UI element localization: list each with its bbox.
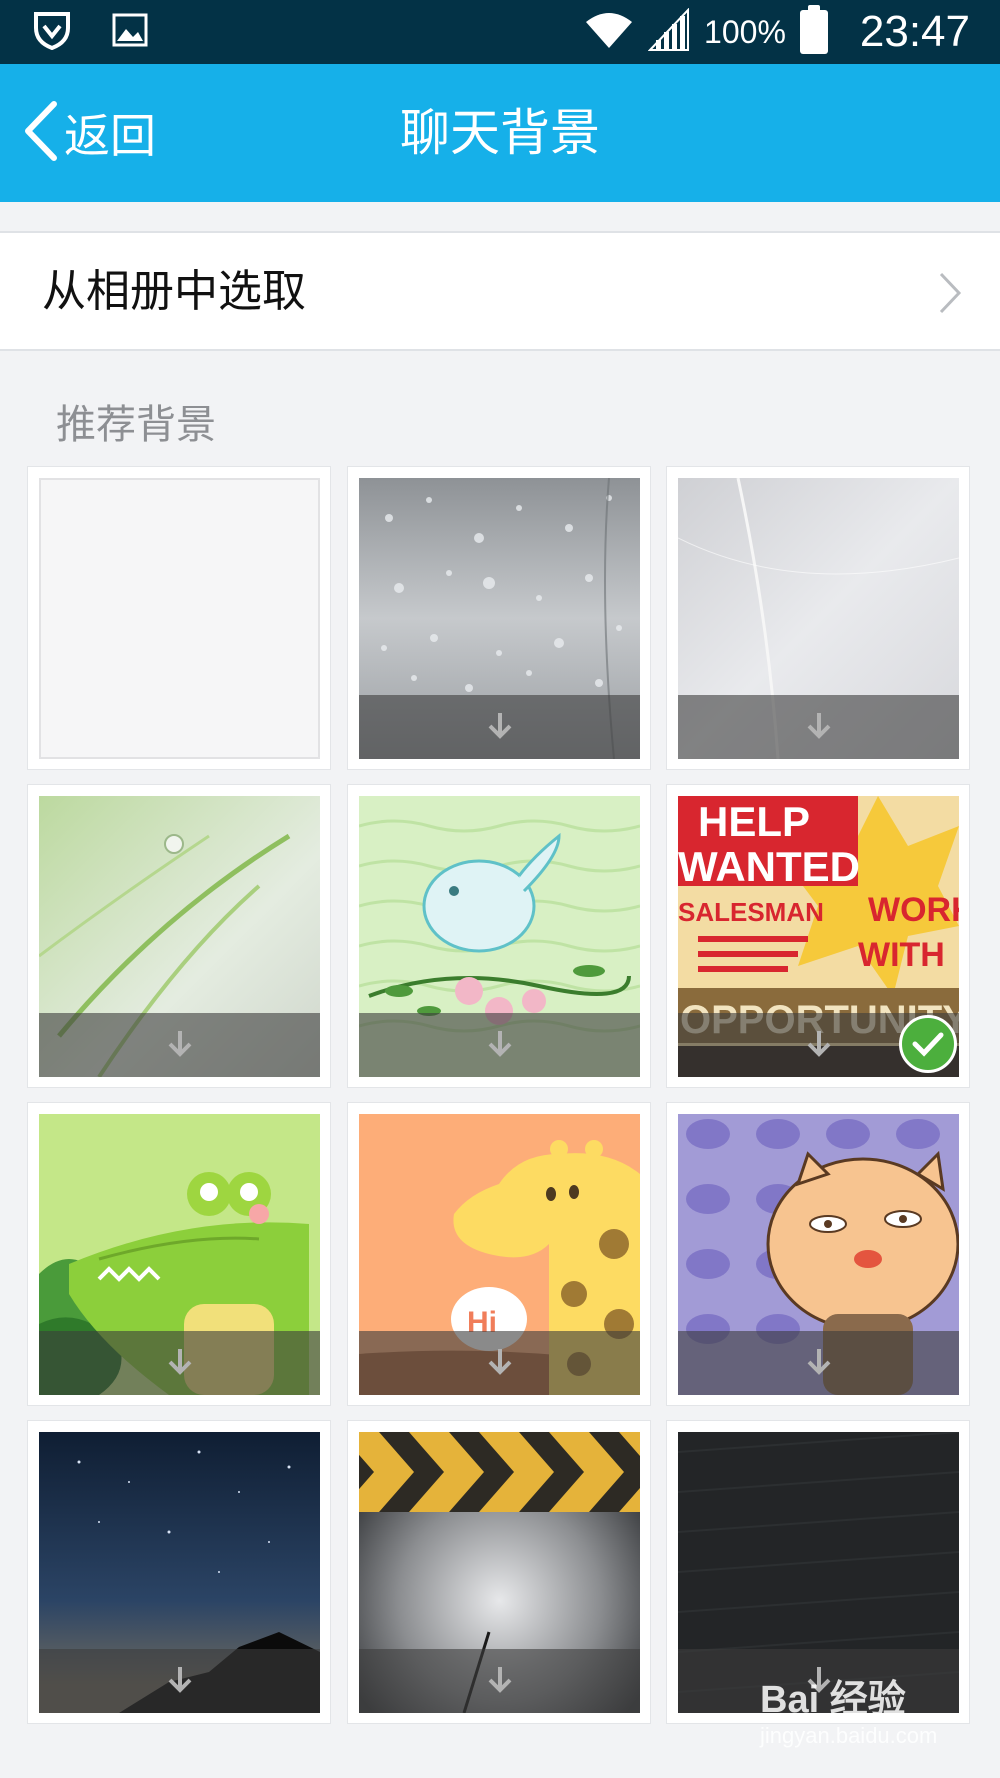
watermark-logo: Bai 经验 (760, 1679, 906, 1721)
background-tile[interactable] (27, 1102, 331, 1406)
download-icon (804, 1346, 834, 1380)
background-tile[interactable] (27, 1420, 331, 1724)
background-thumbnail (359, 1432, 640, 1713)
background-thumbnail (678, 478, 959, 759)
download-icon (165, 1664, 195, 1698)
selected-check-icon (899, 1015, 957, 1073)
back-button[interactable]: 返回 (22, 90, 156, 176)
watermark-url: jingyan.baidu.com (760, 1723, 938, 1748)
download-bar (39, 1013, 320, 1077)
download-icon (165, 1346, 195, 1380)
title-bar: 聊天背景 返回 (0, 64, 1000, 202)
download-bar (359, 1013, 640, 1077)
background-thumbnail (678, 1114, 959, 1395)
poster-text: SALESMAN (678, 897, 824, 927)
poster-text: WITH (858, 936, 945, 974)
clock: 23:47 (859, 7, 970, 56)
background-tile[interactable] (27, 784, 331, 1088)
poster-text: WANTED (678, 843, 860, 890)
background-thumbnail (39, 478, 320, 759)
background-tile[interactable] (347, 784, 651, 1088)
background-thumbnail: Hi (359, 1114, 640, 1395)
download-bar (678, 1331, 959, 1395)
choose-from-album-label: 从相册中选取 (42, 266, 306, 317)
poster-text: WORK (868, 891, 959, 929)
shield-icon (32, 10, 72, 54)
background-tile[interactable] (666, 1102, 970, 1406)
background-tile[interactable]: HELP WANTED SALESMAN WORK WITH OPPORTUNI… (666, 784, 970, 1088)
download-bar (678, 695, 959, 759)
download-bar (39, 1331, 320, 1395)
background-thumbnail (359, 796, 640, 1077)
download-icon (165, 1028, 195, 1062)
download-icon (485, 1346, 515, 1380)
background-tile[interactable]: Hi (347, 1102, 651, 1406)
choose-from-album-row[interactable]: 从相册中选取 (0, 231, 1000, 351)
battery-icon (799, 5, 828, 54)
download-bar (359, 1331, 640, 1395)
background-tile[interactable] (27, 466, 331, 770)
poster-text: HELP (698, 798, 810, 845)
baidu-watermark: Bai 经验 jingyan.baidu.com (760, 1668, 937, 1749)
background-tile[interactable] (347, 1420, 651, 1724)
background-tile[interactable] (347, 466, 651, 770)
wifi-icon (584, 10, 634, 54)
background-thumbnail (359, 478, 640, 759)
download-icon (485, 1664, 515, 1698)
image-icon (112, 13, 148, 51)
download-icon (804, 710, 834, 744)
download-icon (485, 710, 515, 744)
signal-icon (647, 7, 690, 56)
background-thumbnail: HELP WANTED SALESMAN WORK WITH OPPORTUNI… (678, 796, 959, 1077)
background-thumbnail (39, 796, 320, 1077)
download-bar (359, 1649, 640, 1713)
chevron-left-icon (22, 100, 58, 166)
battery-percentage: 100% (704, 13, 786, 50)
section-label-recommended: 推荐背景 (56, 402, 216, 448)
download-icon (485, 1028, 515, 1062)
background-thumbnail (39, 1114, 320, 1395)
download-bar (359, 695, 640, 759)
download-icon (804, 1028, 834, 1062)
chevron-right-icon (938, 271, 962, 319)
background-tile[interactable] (666, 466, 970, 770)
back-label: 返回 (64, 109, 156, 163)
background-thumbnail (39, 1432, 320, 1713)
download-bar (39, 1649, 320, 1713)
status-bar: 100% 23:47 (0, 0, 1000, 64)
